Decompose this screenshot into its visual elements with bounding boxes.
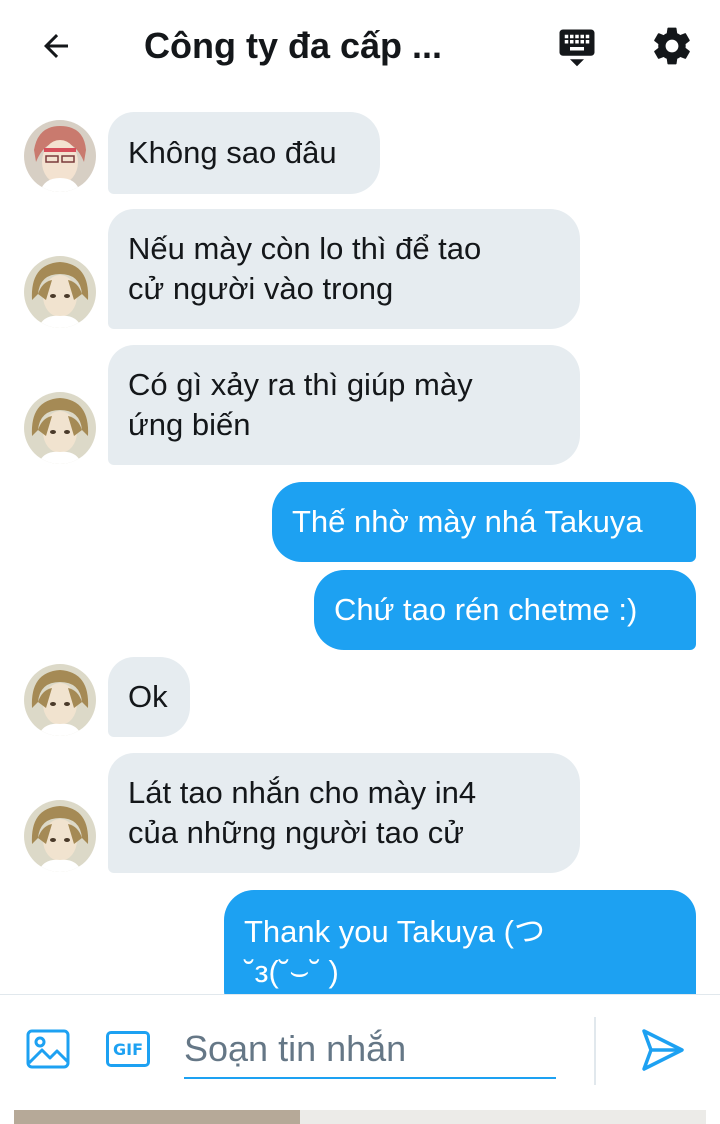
avatar[interactable] — [24, 256, 96, 328]
message-text: Thế nhờ mày nhá Takuya — [292, 504, 643, 539]
back-button[interactable] — [32, 24, 80, 68]
gear-icon — [654, 27, 690, 65]
composer-divider — [594, 1017, 596, 1085]
message-bubble[interactable]: Chứ tao rén chetme :) — [314, 570, 696, 650]
message-text: Nếu mày còn lo thì để tao — [128, 231, 482, 266]
message-text: của những người tao cử — [128, 815, 464, 850]
message-bubble[interactable]: Có gì xảy ra thì giúp mày ứng biến — [108, 345, 580, 465]
message-bubble[interactable]: Thank you Takuya (つ ˘з(˘⌣˘ ) — [224, 890, 696, 994]
avatar[interactable] — [24, 120, 96, 192]
send-button[interactable] — [638, 1025, 688, 1075]
keyboard-icon — [559, 29, 595, 67]
bottom-banner-strip — [14, 1110, 706, 1124]
avatar[interactable] — [24, 800, 96, 872]
message-bubble[interactable]: Lát tao nhắn cho mày in4 của những người… — [108, 753, 580, 873]
attach-image-button[interactable] — [26, 1029, 70, 1069]
image-icon — [26, 1029, 70, 1069]
message-text: ứng biến — [128, 407, 251, 442]
message-input[interactable] — [184, 1021, 556, 1079]
message-bubble[interactable]: Thế nhờ mày nhá Takuya — [272, 482, 696, 562]
message-text: Chứ tao rén chetme :) — [334, 592, 638, 627]
message-text: cử người vào trong — [128, 271, 394, 306]
banner-image — [14, 1110, 300, 1124]
message-text: Lát tao nhắn cho mày in4 — [128, 775, 477, 810]
arrow-left-icon — [44, 34, 68, 58]
avatar[interactable] — [24, 392, 96, 464]
message-bubble[interactable]: Nếu mày còn lo thì để tao cử người vào t… — [108, 209, 580, 329]
conversation-header: Công ty đa cấp ... — [0, 0, 720, 92]
banner-panel — [300, 1110, 706, 1124]
message-bubble[interactable]: Không sao đâu — [108, 112, 380, 194]
message-list[interactable]: Không sao đâu Nếu mày còn lo thì để tao … — [0, 92, 720, 994]
message-text: Ok — [128, 679, 168, 714]
message-text: Không sao đâu — [128, 135, 337, 170]
message-bubble[interactable]: Ok — [108, 657, 190, 737]
message-text: Có gì xảy ra thì giúp mày — [128, 367, 473, 402]
message-composer: GIF — [0, 994, 720, 1106]
conversation-title[interactable]: Công ty đa cấp ... — [144, 24, 524, 68]
send-icon — [642, 1029, 684, 1071]
message-text: Thank you Takuya (つ — [244, 914, 545, 949]
settings-button[interactable] — [644, 20, 700, 72]
avatar[interactable] — [24, 664, 96, 736]
keyboard-toggle-button[interactable] — [550, 22, 604, 72]
message-text: ˘з(˘⌣˘ ) — [244, 954, 339, 989]
gif-button[interactable]: GIF — [106, 1031, 150, 1067]
